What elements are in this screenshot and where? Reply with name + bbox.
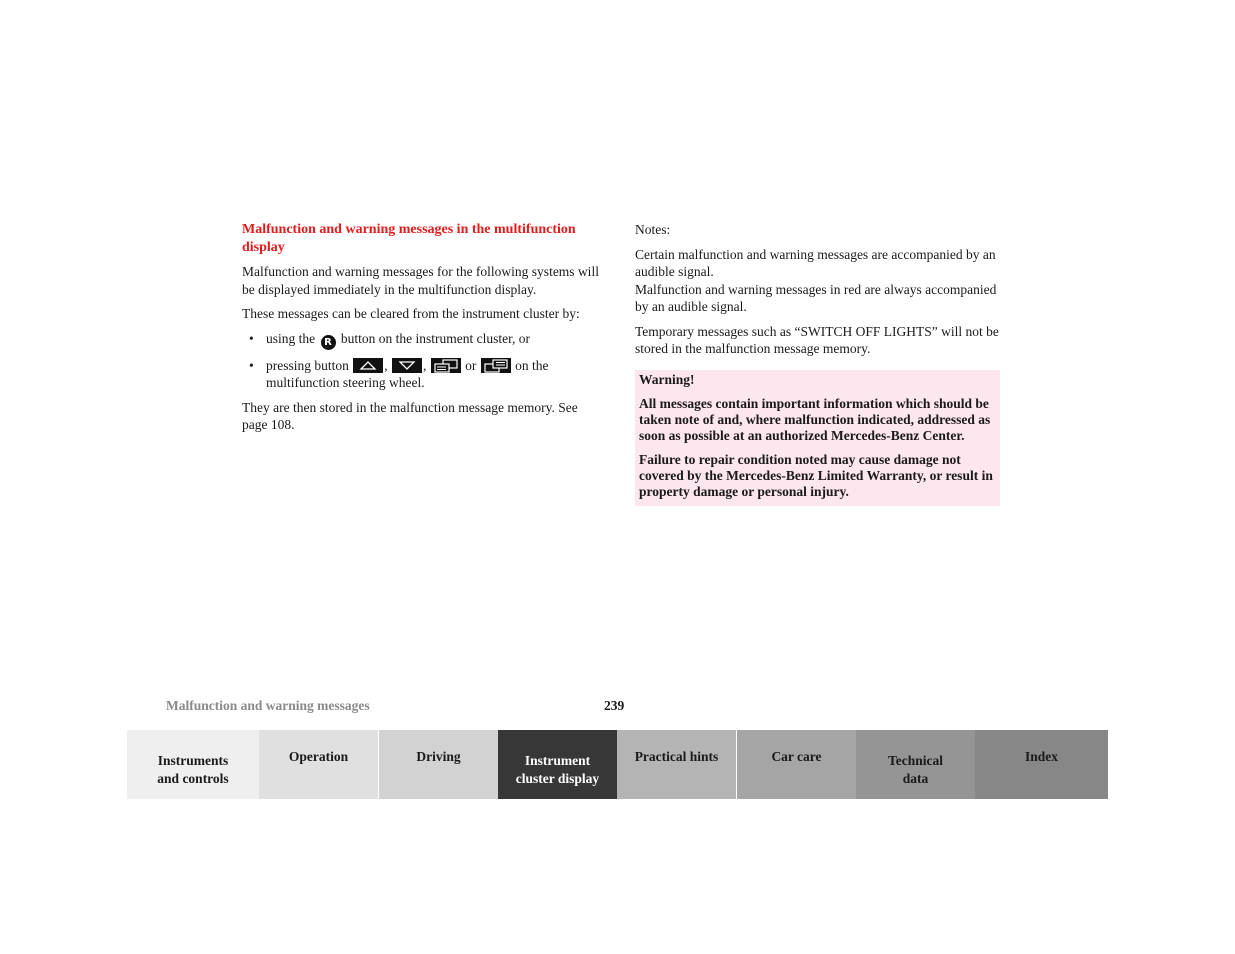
tab-technical-data[interactable]: Technical data — [856, 730, 975, 799]
tab-index[interactable]: Index — [975, 730, 1108, 799]
note-temporary-messages: Temporary messages such as “SWITCH OFF L… — [635, 323, 999, 357]
right-column: Notes: Certain malfunction and warning m… — [635, 221, 1000, 506]
arrow-up-button-icon — [353, 357, 384, 373]
arrow-down-button-icon — [392, 357, 422, 373]
separator: or — [465, 357, 477, 373]
section-heading: Malfunction and warning messages in the … — [242, 222, 576, 255]
warning-paragraph: All messages contain important informati… — [639, 395, 991, 443]
warning-title: Warning! — [639, 371, 695, 387]
tab-label: Instruments — [157, 753, 229, 768]
tab-label: Driving — [416, 749, 461, 764]
bullet-text: button on the instrument cluster, or — [340, 330, 531, 346]
tab-instrument-cluster-display[interactable]: Instrument cluster display — [498, 730, 617, 799]
tab-label: data — [902, 771, 929, 786]
storage-paragraph: They are then stored in the malfunction … — [242, 399, 578, 433]
tab-car-care[interactable]: Car care — [737, 730, 856, 799]
reset-button-icon: R — [320, 334, 336, 350]
bullet-dot: • — [249, 357, 254, 373]
bullet-text: using the — [266, 330, 316, 346]
clear-methods-list: • using the R button on the instrument c… — [242, 330, 602, 392]
page-number: 239 — [604, 698, 625, 713]
display-previous-button-icon — [430, 357, 461, 373]
left-column: Malfunction and warning messages in the … — [242, 221, 602, 441]
bullet-dot: • — [249, 330, 254, 346]
tab-label: Practical hints — [634, 749, 719, 764]
intro-paragraph: Malfunction and warning messages for the… — [242, 264, 599, 297]
clear-paragraph: These messages can be cleared from the i… — [242, 306, 580, 321]
tab-driving[interactable]: Driving — [379, 730, 498, 799]
notes-label: Notes: — [635, 222, 671, 237]
tab-instruments-and-controls[interactable]: Instruments and controls — [127, 730, 259, 799]
separator: , — [423, 357, 427, 373]
note-red-messages: Malfunction and warning messages in red … — [635, 281, 997, 315]
chapter-navigation: Instruments and controls Operation Drivin… — [127, 730, 1108, 799]
separator: , — [384, 357, 388, 373]
tab-label: cluster display — [515, 771, 600, 786]
warning-box: Warning! All messages contain important … — [635, 369, 1000, 506]
tab-practical-hints[interactable]: Practical hints — [617, 730, 737, 799]
tab-label: Car care — [771, 749, 822, 764]
note-audible-signal: Certain malfunction and warning messages… — [635, 246, 996, 280]
tab-label: Index — [1024, 749, 1058, 764]
tab-label: Operation — [288, 749, 349, 764]
list-item: • using the R button on the instrument c… — [242, 330, 602, 350]
list-item: • pressing button , , or on the multifun… — [242, 357, 602, 392]
bullet-text: pressing button — [266, 357, 349, 373]
tab-label: and controls — [157, 771, 229, 786]
footer-section-title: Malfunction and warning messages — [166, 698, 370, 713]
display-next-button-icon — [480, 357, 511, 373]
tab-label: Instrument — [524, 753, 591, 768]
warning-paragraph: Failure to repair condition noted may ca… — [639, 451, 993, 499]
tab-operation[interactable]: Operation — [259, 730, 379, 799]
tab-label: Technical — [887, 753, 943, 768]
